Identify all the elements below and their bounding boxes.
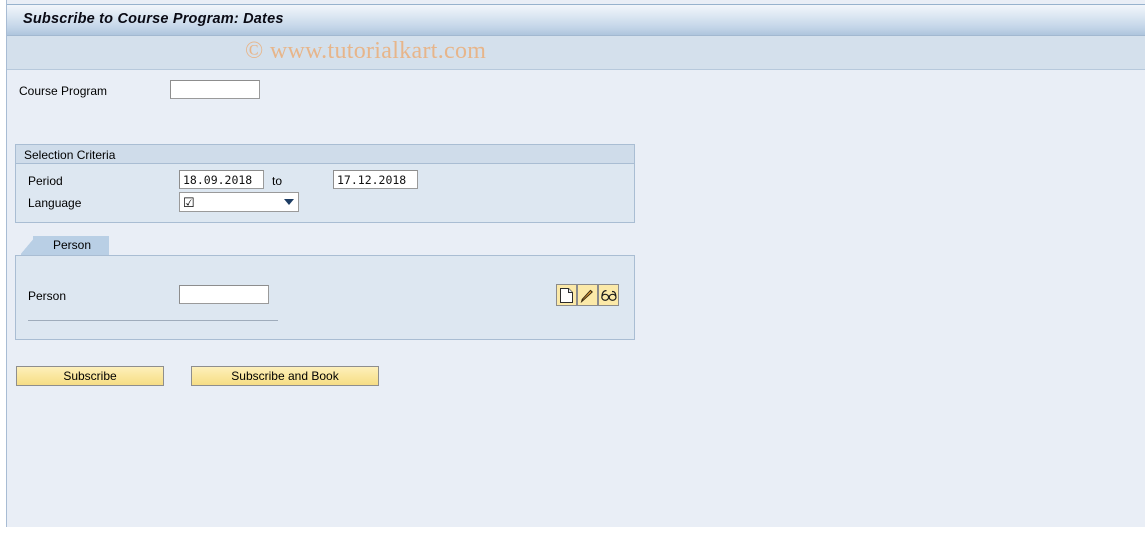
language-label: Language xyxy=(28,196,82,210)
subscribe-button[interactable]: Subscribe xyxy=(16,366,164,386)
selection-criteria-title: Selection Criteria xyxy=(24,148,116,162)
language-select[interactable]: ☑ xyxy=(179,192,299,212)
window-title-bar: Subscribe to Course Program: Dates xyxy=(7,4,1145,36)
tab-person-content: Person xyxy=(15,255,635,340)
tab-person[interactable]: Person xyxy=(33,236,109,255)
period-to-label: to xyxy=(272,174,283,188)
course-program-input[interactable] xyxy=(170,80,260,99)
period-label: Period xyxy=(28,174,63,188)
selection-criteria-header: Selection Criteria xyxy=(16,145,634,164)
tab-person-label: Person xyxy=(53,238,92,252)
subscribe-and-book-button[interactable]: Subscribe and Book xyxy=(191,366,379,386)
person-label: Person xyxy=(28,289,67,303)
person-input[interactable] xyxy=(179,285,269,304)
watermark-text: © www.tutorialkart.com xyxy=(245,38,487,64)
course-program-label: Course Program xyxy=(19,84,108,98)
period-to-input[interactable] xyxy=(333,170,418,189)
language-selected-value: ☑ xyxy=(183,195,195,210)
tabstrip: Person Person xyxy=(15,236,635,340)
period-from-input[interactable] xyxy=(179,170,264,189)
person-section-divider xyxy=(28,320,278,321)
watermark-band: © www.tutorialkart.com xyxy=(7,36,1145,70)
chevron-down-icon[interactable] xyxy=(280,193,298,211)
edit-icon[interactable] xyxy=(577,284,598,306)
application-window: Subscribe to Course Program: Dates © www… xyxy=(6,0,1145,527)
selection-criteria-panel: Selection Criteria Period to Language ☑ xyxy=(15,144,635,223)
page-title: Subscribe to Course Program: Dates xyxy=(23,11,284,27)
create-icon[interactable] xyxy=(556,284,577,306)
display-icon[interactable] xyxy=(598,284,619,306)
